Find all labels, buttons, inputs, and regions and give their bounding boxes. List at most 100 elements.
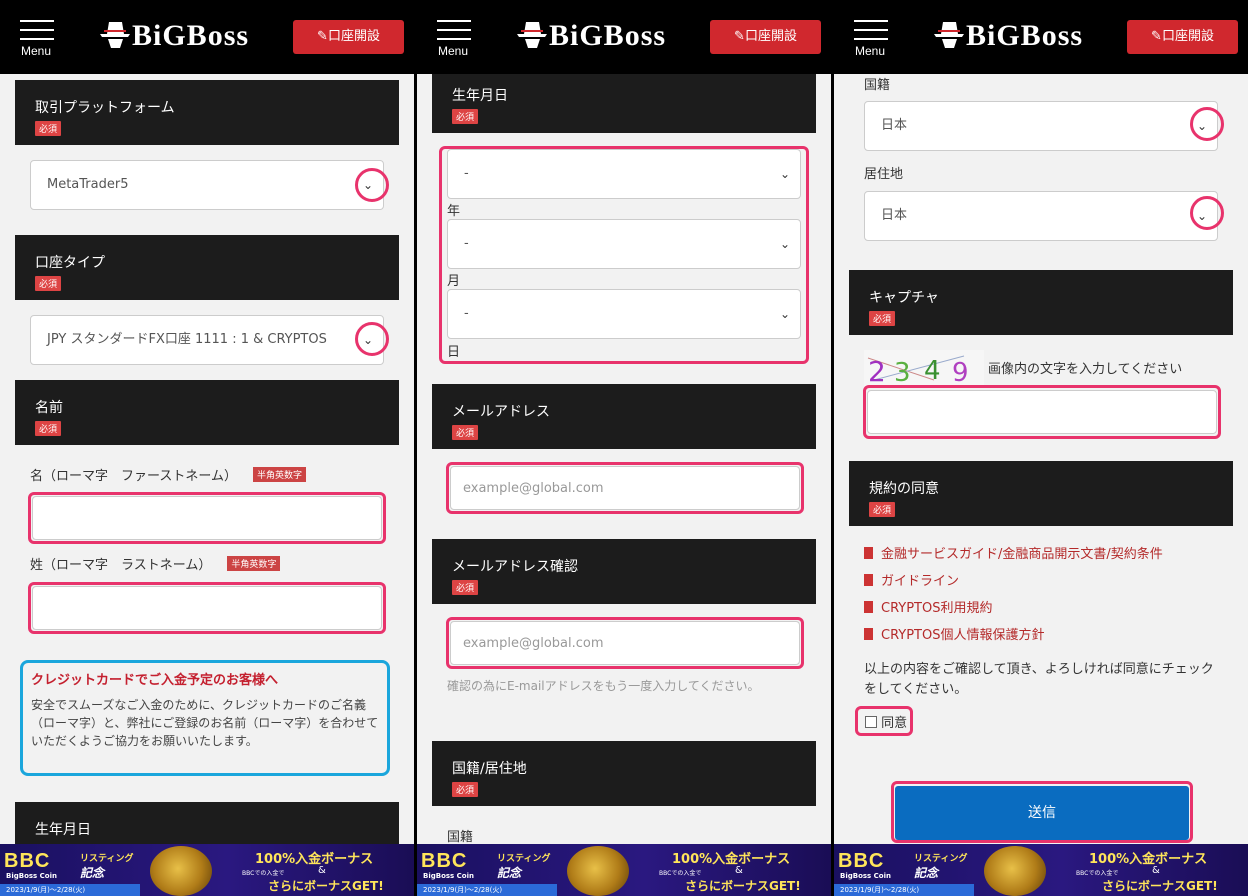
- last-name-label: 姓（ローマ字 ラストネーム） 半角英数字: [30, 554, 281, 573]
- site-header: Menu BiGBoss ✎口座開設: [834, 0, 1248, 74]
- highlight-circle: [1190, 196, 1224, 230]
- captcha-char: 4: [924, 356, 941, 386]
- section-title: 規約の同意: [869, 481, 939, 497]
- bigboss-logo[interactable]: BiGBoss: [932, 18, 1084, 58]
- doc-link-service-guide[interactable]: 金融サービスガイド/金融商品開示文書/契約条件: [864, 543, 1224, 562]
- pdf-icon: [864, 574, 873, 586]
- captcha-image: 2 3 4 9: [864, 350, 984, 386]
- doc-link-cryptos-terms[interactable]: CRYPTOS利用規約: [864, 597, 1224, 616]
- menu-button[interactable]: Menu: [20, 18, 54, 60]
- chevron-down-icon: ⌄: [779, 237, 790, 251]
- bigboss-logo[interactable]: BiGBoss: [98, 18, 250, 58]
- promo-banner[interactable]: BBC BigBoss Coin リスティング 記念 100%入金ボーナス & …: [834, 844, 1248, 896]
- hamburger-icon: [20, 20, 54, 22]
- captcha-instruction: 画像内の文字を入力してください: [988, 362, 1183, 377]
- form-content: 取引プラットフォーム 必須 MetaTrader5 ⌄ 口座タイプ 必須 JPY…: [0, 74, 414, 844]
- open-account-button[interactable]: ✎口座開設: [293, 20, 404, 54]
- section-account-type: 口座タイプ 必須: [15, 235, 399, 300]
- required-badge: 必須: [35, 276, 62, 291]
- notice-body: 安全でスムーズなご入金のために、クレジットカードのご名義（ローマ字）と、弊社にご…: [31, 698, 379, 748]
- section-dob: 生年月日 必須: [432, 74, 816, 133]
- bbc-logo: BBC: [421, 850, 468, 872]
- doc-link-guideline[interactable]: ガイドライン: [864, 570, 1224, 589]
- site-header: Menu BiGBoss ✎口座開設: [417, 0, 831, 74]
- credit-card-notice: クレジットカードでご入金予定のお客様へ 安全でスムーズなご入金のために、クレジッ…: [20, 660, 390, 776]
- section-title: メールアドレス確認: [452, 559, 578, 575]
- section-title: 生年月日: [35, 822, 91, 838]
- required-badge: 必須: [869, 311, 896, 326]
- open-account-button[interactable]: ✎口座開設: [710, 20, 821, 54]
- campaign-dates: 2023/1/9(月)～2/28(火): [834, 884, 974, 896]
- first-name-label: 名（ローマ字 ファーストネーム） 半角英数字: [30, 465, 306, 484]
- promo-banner[interactable]: BBC BigBoss Coin リスティング 記念 100%入金ボーナス & …: [0, 844, 414, 896]
- bbc-logo: BBC: [4, 850, 51, 872]
- menu-button[interactable]: Menu: [437, 18, 471, 60]
- campaign-dates: 2023/1/9(月)～2/28(火): [0, 884, 140, 896]
- highlight-box: [28, 492, 386, 544]
- edit-icon: ✎: [1151, 29, 1162, 44]
- bigboss-logo[interactable]: BiGBoss: [515, 18, 667, 58]
- year-select[interactable]: - ⌄: [447, 149, 801, 199]
- promo-banner[interactable]: BBC BigBoss Coin リスティング 記念 100%入金ボーナス & …: [417, 844, 831, 896]
- section-title: 国籍/居住地: [452, 761, 527, 777]
- chevron-down-icon: ⌄: [779, 307, 790, 321]
- hamburger-icon: [437, 20, 471, 22]
- coin-icon: [984, 846, 1046, 896]
- platform-select[interactable]: MetaTrader5 ⌄: [30, 160, 384, 210]
- section-title: 生年月日: [452, 88, 508, 104]
- captcha-char: 2: [868, 355, 886, 386]
- highlight-box: [855, 706, 913, 736]
- form-panel-2: Menu BiGBoss ✎口座開設 生年月日 必須 - ⌄ 年 - ⌄ 月 - ⌄ …: [417, 0, 831, 896]
- section-email-confirm: メールアドレス確認 必須: [432, 539, 816, 604]
- highlight-box: [891, 781, 1193, 843]
- section-captcha: キャプチャ 必須: [849, 270, 1233, 335]
- edit-icon: ✎: [734, 29, 745, 44]
- month-label: 月: [447, 274, 461, 289]
- section-terms: 規約の同意 必須: [849, 461, 1233, 526]
- section-nationality: 国籍/居住地 必須: [432, 741, 816, 806]
- section-name: 名前 必須: [15, 380, 399, 445]
- required-badge: 必須: [35, 421, 62, 436]
- select-value: MetaTrader5: [47, 177, 129, 192]
- open-account-button[interactable]: ✎口座開設: [1127, 20, 1238, 54]
- highlight-box: [446, 617, 804, 669]
- form-panel-1: Menu BiGBoss ✎口座開設 取引プラットフォーム 必須 MetaTra…: [0, 0, 414, 896]
- nationality-label: 国籍: [864, 78, 891, 93]
- hamburger-icon: [854, 20, 888, 22]
- section-title: 取引プラットフォーム: [35, 100, 175, 116]
- pdf-icon: [864, 628, 873, 640]
- section-title: 口座タイプ: [35, 255, 105, 271]
- menu-label: Menu: [21, 44, 52, 58]
- day-label: 日: [447, 345, 461, 360]
- form-content: 国籍 日本 ⌄ 居住地 日本 ⌄ キャプチャ 必須 2 3 4 9 画像内の文字を入…: [834, 74, 1248, 844]
- chevron-down-icon: ⌄: [779, 167, 790, 181]
- required-badge: 必須: [452, 782, 479, 797]
- pdf-icon: [864, 547, 873, 559]
- highlight-circle: [355, 168, 389, 202]
- highlight-box: [863, 385, 1221, 439]
- consent-text: 以上の内容をご確認して頂き、よろしければ同意にチェックをしてください。: [864, 662, 1214, 697]
- select-value: JPY スタンダードFX口座 1111 : 1 & CRYPTOS: [47, 332, 327, 347]
- required-badge: 必須: [869, 502, 896, 517]
- section-email: メールアドレス 必須: [432, 384, 816, 449]
- account-type-select[interactable]: JPY スタンダードFX口座 1111 : 1 & CRYPTOS ⌄: [30, 315, 384, 365]
- menu-button[interactable]: Menu: [854, 18, 888, 60]
- captcha-row: 2 3 4 9 画像内の文字を入力してください: [834, 350, 1248, 390]
- captcha-char: 3: [894, 358, 911, 386]
- logo-text: BiGBoss: [132, 19, 250, 52]
- required-badge: 必須: [35, 121, 62, 136]
- email-confirm-help: 確認の為にE-mailアドレスをもう一度入力してください。: [447, 679, 760, 693]
- residence-select[interactable]: 日本 ⌄: [864, 191, 1218, 241]
- pdf-icon: [864, 601, 873, 613]
- hat-man-icon: [100, 22, 130, 48]
- notice-title: クレジットカードでご入金予定のお客様へ: [31, 673, 279, 688]
- day-select[interactable]: - ⌄: [447, 289, 801, 339]
- doc-link-cryptos-privacy[interactable]: CRYPTOS個人情報保護方針: [864, 624, 1224, 643]
- captcha-char: 9: [952, 358, 969, 386]
- month-select[interactable]: - ⌄: [447, 219, 801, 269]
- required-badge: 必須: [452, 109, 479, 124]
- nationality-select[interactable]: 日本 ⌄: [864, 101, 1218, 151]
- year-label: 年: [447, 204, 461, 219]
- form-content: 生年月日 必須 - ⌄ 年 - ⌄ 月 - ⌄ 日 メールアドレス 必須 exampl…: [417, 74, 831, 844]
- section-dob: 生年月日: [15, 802, 399, 844]
